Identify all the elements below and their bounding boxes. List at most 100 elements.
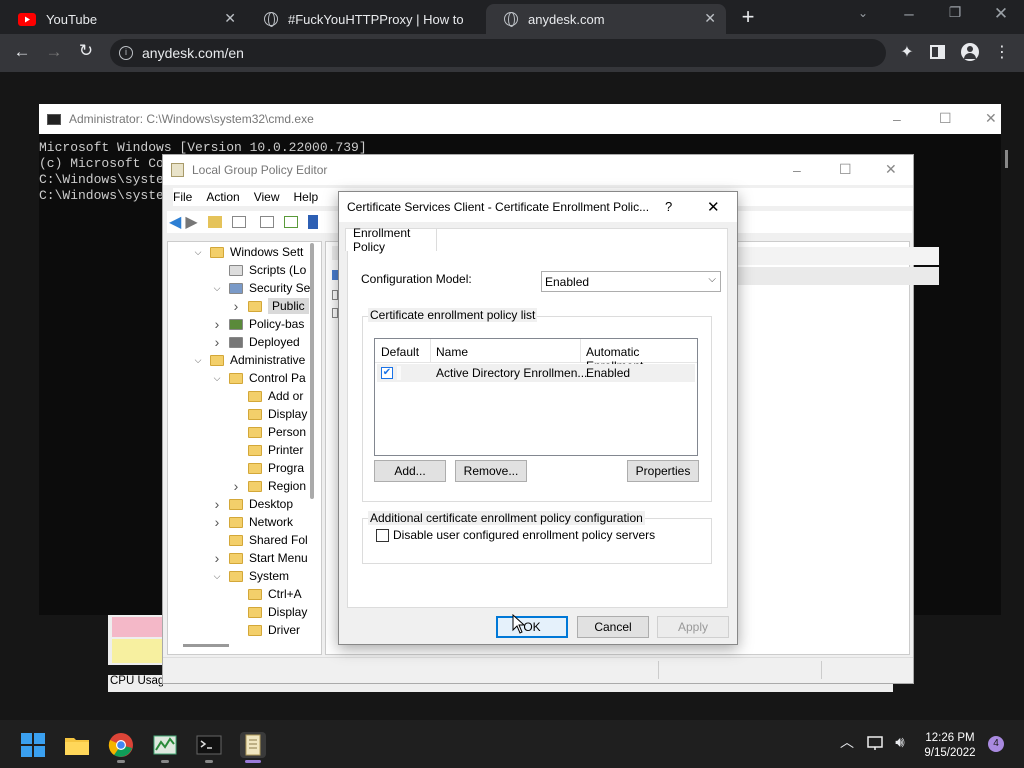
cmd-titlebar[interactable]: Administrator: C:\Windows\system32\cmd.e… — [39, 104, 1001, 134]
chevron-right-icon[interactable]: › — [230, 478, 242, 494]
tree-item[interactable]: Shared Fol — [211, 531, 308, 549]
group-policy-editor-taskbar-icon[interactable] — [240, 732, 266, 758]
dialog-titlebar[interactable]: Certificate Services Client - Certificat… — [339, 192, 737, 222]
close-icon[interactable]: ✕ — [885, 161, 897, 178]
terminal-icon[interactable] — [196, 732, 222, 758]
notification-badge[interactable]: 4 — [988, 736, 1004, 752]
menu-help[interactable]: Help — [294, 190, 319, 204]
close-icon[interactable]: ✕ — [985, 110, 997, 127]
tree-item[interactable]: Printer — [230, 441, 303, 459]
chevron-down-icon[interactable]: ⌵ — [211, 571, 223, 582]
default-checkbox[interactable]: ✔ — [381, 367, 393, 379]
show-hide-tree-icon[interactable] — [231, 216, 246, 228]
up-folder-icon[interactable] — [207, 216, 222, 228]
network-icon[interactable] — [866, 735, 884, 751]
ok-button[interactable]: OK — [496, 616, 568, 638]
tree-horizontal-scroll-thumb[interactable] — [183, 644, 229, 647]
back-icon[interactable]: ← — [10, 42, 34, 62]
menu-view[interactable]: View — [254, 190, 280, 204]
back-arrow-icon[interactable]: ◀ — [169, 212, 181, 232]
tree-item[interactable]: ⌵ System — [211, 567, 289, 585]
menu-action[interactable]: Action — [206, 190, 239, 204]
cancel-button[interactable]: Cancel — [577, 616, 649, 638]
extensions-puzzle-icon[interactable]: ✦ — [896, 42, 918, 62]
volume-icon[interactable]: 🔊︎ — [890, 734, 910, 751]
task-manager-icon[interactable] — [152, 732, 178, 758]
chevron-right-icon[interactable]: › — [211, 496, 223, 512]
tree-item[interactable]: ⌵ Windows Sett — [192, 243, 304, 261]
gpe-titlebar[interactable]: Local Group Policy Editor – ☐ ✕ — [163, 155, 913, 185]
tab-fuckyouhttpproxy[interactable]: #FuckYouHTTPProxy | How to us — [246, 4, 486, 34]
tree-item[interactable]: Scripts (Lo — [211, 261, 306, 279]
tree-item[interactable]: › Start Menu — [211, 549, 308, 567]
restore-icon[interactable]: ❐ — [942, 4, 968, 21]
side-panel-icon[interactable] — [930, 45, 945, 59]
reload-icon[interactable]: ↻ — [74, 41, 98, 61]
properties-icon[interactable] — [259, 216, 274, 228]
tree-item[interactable]: › Public — [230, 297, 309, 315]
policy-listview[interactable]: Default Name Automatic Enrollment ✔ Acti… — [374, 338, 698, 456]
tree-item[interactable]: Display — [230, 405, 307, 423]
tree-item[interactable]: ⌵ Control Pa — [211, 369, 306, 387]
tree-item[interactable]: › Network — [211, 513, 293, 531]
maximize-icon[interactable]: ☐ — [839, 161, 852, 178]
tree-item[interactable]: › Deployed — [211, 333, 300, 351]
chevron-right-icon[interactable]: › — [211, 550, 223, 566]
tab-enrollment-policy[interactable]: Enrollment Policy — [345, 226, 437, 254]
file-explorer-icon[interactable] — [64, 732, 90, 758]
tree-item[interactable]: Progra — [230, 459, 304, 477]
chevron-right-icon[interactable]: › — [230, 298, 242, 314]
tree-scrollbar-thumb[interactable] — [310, 243, 314, 499]
new-tab-button[interactable]: + — [735, 4, 761, 30]
chevron-down-icon[interactable]: ⌵ — [192, 247, 204, 258]
tree-item[interactable]: › Policy-bas — [211, 315, 305, 333]
minimize-icon[interactable]: – — [896, 4, 922, 24]
tree-item[interactable]: Add or — [230, 387, 303, 405]
chevron-down-icon[interactable]: ⌵ — [192, 355, 204, 366]
export-list-icon[interactable] — [283, 216, 298, 228]
disable-user-servers-checkbox[interactable] — [376, 528, 389, 542]
menu-file[interactable]: File — [173, 190, 192, 204]
column-header-name[interactable]: Name — [436, 345, 468, 359]
tab-search-icon[interactable]: ⌄ — [850, 6, 876, 20]
forward-arrow-icon[interactable]: ▶ — [185, 212, 197, 232]
apply-button[interactable]: Apply — [657, 616, 729, 638]
maximize-icon[interactable]: ☐ — [939, 110, 952, 127]
clock[interactable]: 12:26 PM 9/15/2022 — [914, 731, 986, 761]
tree-item[interactable]: › Region — [230, 477, 306, 495]
chevron-down-icon[interactable]: ⌵ — [211, 373, 223, 384]
tab-anydesk[interactable]: anydesk.com ✕ — [486, 4, 726, 34]
tree-item[interactable]: Driver — [230, 621, 300, 639]
chevron-down-icon[interactable]: ⌵ — [211, 283, 223, 294]
profile-avatar-icon[interactable] — [961, 43, 979, 61]
add-button[interactable]: Add... — [374, 460, 446, 482]
tree-item[interactable]: ⌵ Security Se — [211, 279, 311, 297]
windows-start-icon[interactable] — [20, 732, 46, 758]
scrollbar-thumb[interactable] — [1005, 150, 1008, 168]
show-hidden-icons-chevron-icon[interactable]: ︿ — [838, 732, 856, 752]
minimize-icon[interactable]: – — [793, 162, 801, 178]
chevron-right-icon[interactable]: › — [211, 316, 223, 332]
help-icon[interactable] — [307, 215, 318, 229]
column-header-default[interactable]: Default — [381, 345, 419, 359]
close-icon[interactable]: ✕ — [707, 198, 720, 216]
config-model-select[interactable]: Enabled ⌵ — [541, 271, 721, 292]
tab-youtube[interactable]: YouTube ✕ — [0, 4, 246, 34]
properties-button[interactable]: Properties — [627, 460, 699, 482]
close-window-icon[interactable]: ✕ — [988, 4, 1014, 24]
tree-item[interactable]: Display — [230, 603, 307, 621]
forward-icon[interactable]: → — [42, 42, 66, 62]
info-icon[interactable]: i — [119, 46, 133, 60]
tree-item[interactable]: Ctrl+A — [230, 585, 302, 603]
chrome-icon[interactable] — [108, 732, 134, 758]
more-menu-icon[interactable]: ⋮ — [994, 42, 1010, 62]
help-button[interactable]: ? — [665, 199, 672, 214]
close-tab-icon[interactable]: ✕ — [704, 10, 716, 27]
tree-item[interactable]: › Desktop — [211, 495, 293, 513]
disable-user-servers-option[interactable]: Disable user configured enrollment polic… — [376, 528, 655, 542]
minimize-icon[interactable]: – — [893, 111, 901, 127]
close-tab-icon[interactable]: ✕ — [224, 10, 236, 27]
list-row[interactable]: ✔ Active Directory Enrollmen... Enabled — [377, 364, 695, 382]
tree-item[interactable]: Person — [230, 423, 306, 441]
chevron-right-icon[interactable]: › — [211, 334, 223, 350]
